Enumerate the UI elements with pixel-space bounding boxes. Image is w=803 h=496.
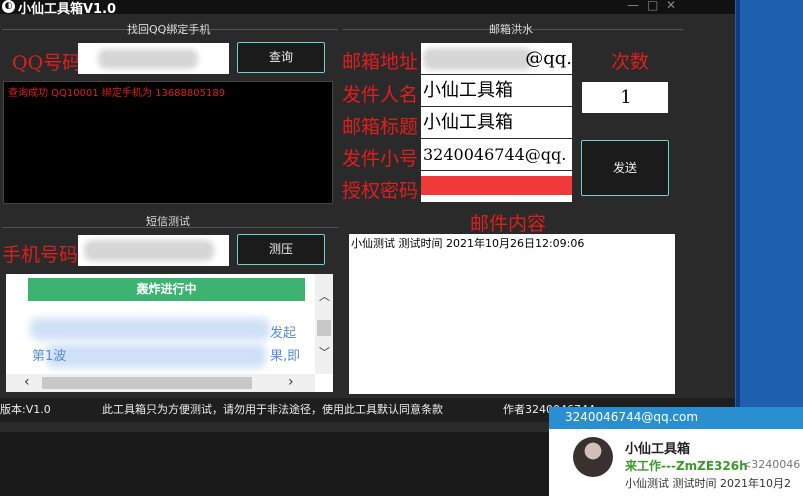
mail-content-label: 邮件内容: [470, 213, 547, 235]
redacted-blur: [84, 240, 214, 261]
disclaimer-text: 此工具箱只为方便测试，请勿用于非法途径，使用此工具默认同意条款: [102, 403, 443, 416]
notification-sender: 来工作---ZmZE326h: [625, 459, 748, 473]
avatar: [573, 437, 613, 477]
notification-sender-address: <3240046: [742, 458, 801, 471]
phone-number-label: 手机号码: [2, 244, 79, 266]
web-text-fragment: 发起: [270, 326, 297, 341]
count-label: 次数: [611, 51, 650, 73]
sender-name-input[interactable]: 小仙工具箱: [421, 75, 572, 106]
minimize-icon[interactable]: —: [627, 0, 639, 12]
notification-title: 小仙工具箱: [625, 442, 691, 457]
scroll-up-icon[interactable]: ︿: [319, 288, 330, 304]
scrollbar-thumb[interactable]: [317, 320, 331, 336]
mail-address-value: @qq.: [525, 48, 572, 69]
sms-test-button[interactable]: 测压: [237, 234, 325, 265]
title-bar[interactable]: ◐ 小仙工具箱V1.0 — □ ✕: [0, 0, 735, 17]
window-title: 小仙工具箱V1.0: [18, 2, 117, 17]
qq-group-title: 找回QQ绑定手机: [127, 23, 211, 36]
qq-number-label: QQ号码: [12, 52, 82, 74]
web-text-fragment: 果,即: [270, 349, 301, 364]
send-button[interactable]: 发送: [581, 140, 669, 196]
close-icon[interactable]: ✕: [666, 0, 676, 12]
count-input[interactable]: 1: [582, 82, 668, 113]
mail-group-title: 邮箱洪水: [489, 23, 533, 36]
desktop-edge: [736, 0, 740, 410]
scroll-down-icon[interactable]: ﹀: [319, 344, 330, 360]
sender-account-label: 发件小号: [342, 148, 419, 170]
app-logo-icon: ◐: [2, 0, 15, 13]
auth-code-input[interactable]: [421, 171, 572, 202]
redacted-blur: [423, 48, 533, 70]
scroll-left-icon[interactable]: ‹: [24, 374, 30, 390]
qq-result-log: 查询成功 QQ10001 绑定手机为 13688805189: [3, 81, 333, 204]
mail-content-input[interactable]: 小仙测试 测试时间 2021年10月26日12:09:06: [349, 234, 675, 394]
redacted-bar: [421, 176, 572, 195]
redacted-blur: [46, 344, 266, 368]
notification-preview: 小仙测试 测试时间 2021年10月2: [625, 477, 791, 490]
query-button[interactable]: 查询: [237, 42, 325, 73]
vertical-scrollbar[interactable]: ︿ ﹀: [315, 274, 333, 374]
notification-email: 3240046744@qq.com: [565, 410, 699, 424]
sms-web-view[interactable]: 轰炸进行中 发起 第1波 果,即 ︿ ﹀ ‹ ›: [6, 274, 333, 392]
horizontal-scrollbar[interactable]: ‹ ›: [6, 374, 315, 392]
notification-header: 3240046744@qq.com: [549, 407, 803, 429]
desktop-background: [735, 0, 803, 410]
mail-content-text: 小仙测试 测试时间 2021年10月26日12:09:06: [351, 237, 585, 250]
mail-subject-label: 邮箱标题: [342, 116, 419, 138]
mail-address-input[interactable]: @qq.: [421, 43, 572, 74]
scroll-right-icon[interactable]: ›: [288, 374, 294, 390]
sender-account-input[interactable]: 3240046744@qq.: [421, 139, 572, 170]
mail-notification[interactable]: 3240046744@qq.com 小仙工具箱 来工作---ZmZE326h <…: [549, 407, 803, 496]
scrollbar-thumb[interactable]: [42, 377, 252, 389]
phone-number-input[interactable]: [78, 235, 229, 266]
mail-subject-input[interactable]: 小仙工具箱: [421, 107, 572, 138]
maximize-icon[interactable]: □: [647, 0, 658, 12]
sms-group-title: 短信测试: [146, 215, 190, 228]
qq-number-input[interactable]: [78, 43, 229, 74]
redacted-blur: [98, 49, 198, 69]
sender-name-label: 发件人名: [342, 84, 419, 106]
log-text: 查询成功 QQ10001 绑定手机为 13688805189: [8, 88, 226, 99]
mail-address-label: 邮箱地址: [342, 51, 419, 73]
redacted-blur: [30, 318, 270, 340]
main-window: ◐ 小仙工具箱V1.0 — □ ✕ 找回QQ绑定手机 QQ号码 查询 查询成功 …: [0, 0, 735, 432]
progress-banner: 轰炸进行中: [28, 278, 305, 301]
version-text: 版本:V1.0: [0, 403, 51, 416]
auth-code-label: 授权密码: [342, 180, 419, 202]
web-text-fragment: 第1波: [32, 349, 67, 364]
